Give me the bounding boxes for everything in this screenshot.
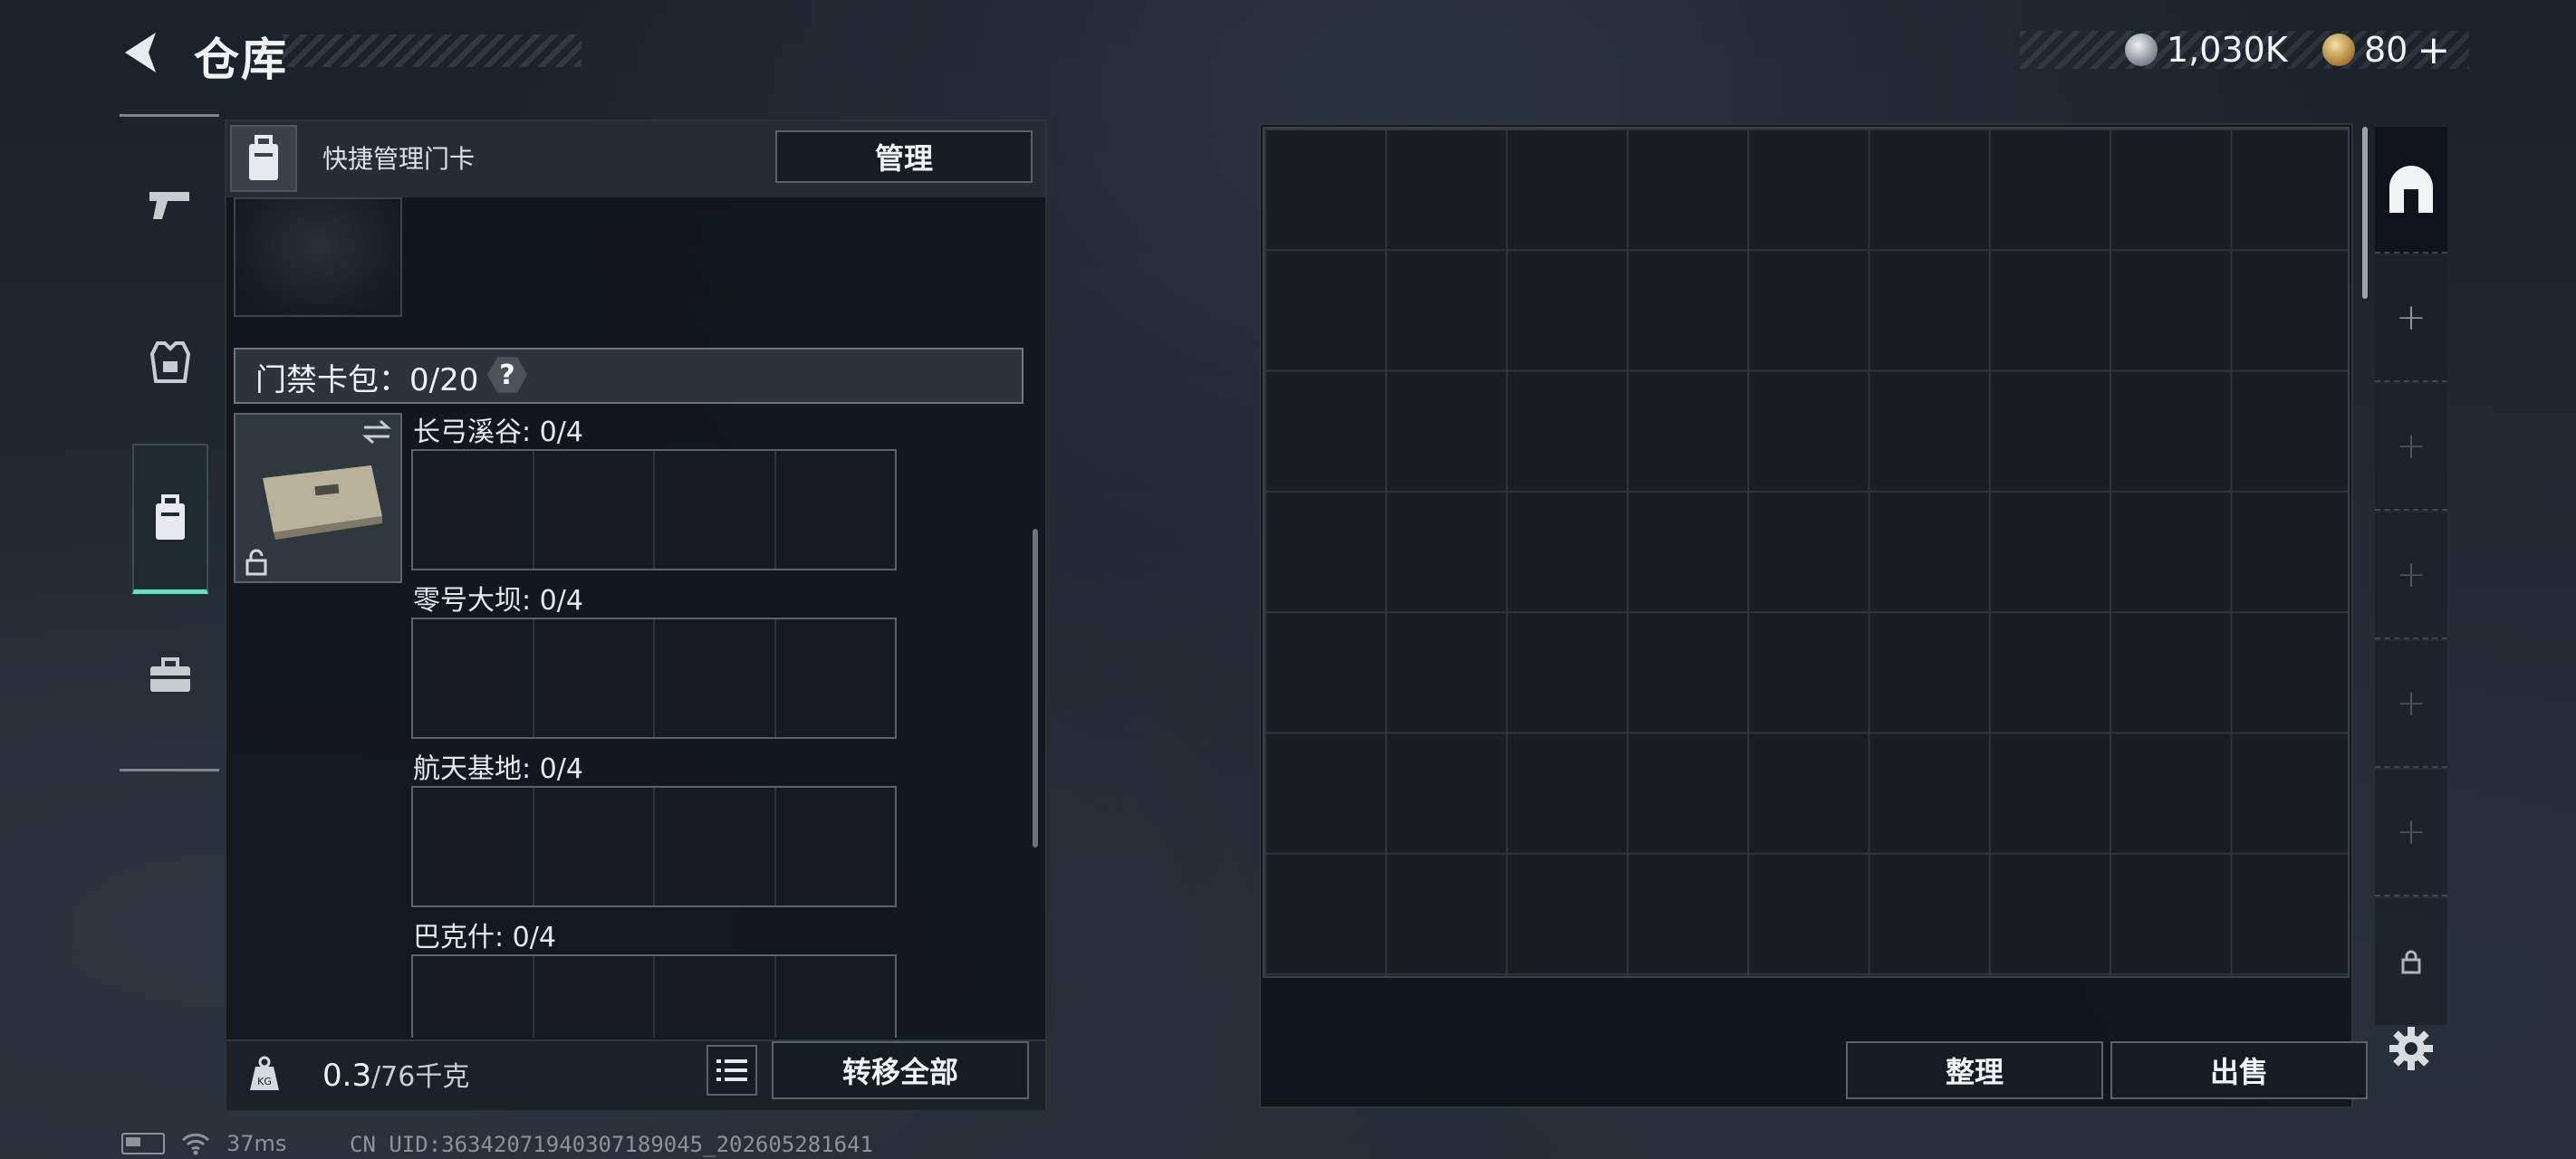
stash-grid[interactable] [1263,127,2350,978]
category-armor[interactable] [132,317,208,407]
list-icon [716,1059,747,1081]
stash-tab-add[interactable]: + [2375,641,2447,768]
carry-weight-max: /76千克 [371,1061,470,1093]
keycard-slot[interactable] [776,788,896,905]
keycard-slot[interactable] [776,956,896,1038]
panel-scrollbar[interactable] [1033,529,1038,848]
gold-currency[interactable]: 80 + [2322,27,2450,73]
stash-tab-add[interactable]: + [2375,255,2447,382]
stash-tab-add[interactable]: + [2375,770,2447,896]
ping-value: 37ms [226,1131,287,1156]
keycard-slots-bakhsh[interactable] [411,954,897,1038]
quick-manage-label: 快捷管理门卡 [322,144,476,174]
keycard-slots-space-base[interactable] [411,786,897,907]
keycard-slot[interactable] [413,788,534,905]
gold-currency-value: 80 [2364,30,2408,70]
keycard-slot[interactable] [655,451,776,569]
map-label-valley: 长弓溪谷: 0/4 [413,417,583,448]
keycard-slot[interactable] [776,619,896,737]
add-currency-icon[interactable]: + [2417,27,2450,73]
sort-button[interactable]: 整理 [1846,1041,2103,1099]
stash-tab-main[interactable] [2375,127,2447,254]
map-label-bakhsh: 巴克什: 0/4 [413,922,556,953]
keycard-bag-count: 门禁卡包：0/20 [255,362,479,398]
category-keycards[interactable] [132,444,208,594]
list-view-button[interactable] [706,1045,757,1096]
keycard-bag-item[interactable] [234,413,402,583]
keycard-slots-dam[interactable] [411,618,897,739]
pistol-icon [149,192,189,219]
stash-tab-add[interactable]: + [2375,384,2447,511]
lock-icon [2401,950,2421,974]
svg-text:KG: KG [257,1076,272,1087]
add-icon: + [2396,811,2427,853]
keycard-slot[interactable] [413,956,534,1038]
keycard-slot[interactable] [413,619,534,737]
keycard-slot[interactable] [655,619,776,737]
backpack-item-slot[interactable] [234,197,402,317]
page-title: 仓库 [194,34,288,86]
keycard-slot[interactable] [655,956,776,1038]
sell-button[interactable]: 出售 [2110,1041,2368,1099]
gold-triangle-coin-icon [2322,34,2355,66]
transfer-all-button[interactable]: 转移全部 [772,1041,1029,1099]
settings-button[interactable] [2384,1021,2438,1076]
lock-icon [245,549,267,576]
silver-coin-icon [2125,34,2158,66]
keycard-slot[interactable] [776,451,896,569]
keycard-slot[interactable] [655,788,776,905]
map-label-space-base: 航天基地: 0/4 [413,753,583,785]
stash-scrollbar[interactable] [2362,127,2368,299]
keycard-manage-icon [230,125,297,192]
carry-weight: 0.3/76千克 [322,1054,469,1094]
keycard-slot[interactable] [413,451,534,569]
armor-vest-icon [150,341,190,383]
keycard-slot[interactable] [534,451,655,569]
battery-icon [121,1133,165,1154]
swap-icon[interactable] [360,418,393,445]
keycard-icon [156,493,185,540]
category-weapons[interactable] [132,159,208,250]
silver-currency[interactable]: 1,030K [2125,27,2288,72]
toolbox-icon [150,657,190,692]
add-icon: + [2396,554,2427,596]
add-icon: + [2396,297,2427,339]
stash-tab-add[interactable]: + [2375,512,2447,639]
keycard-slots-valley[interactable] [411,449,897,570]
keycard-slot[interactable] [534,956,655,1038]
wifi-icon [181,1133,210,1155]
back-arrow-icon[interactable] [116,27,167,78]
carry-weight-value: 0.3 [322,1058,372,1094]
manage-button[interactable]: 管理 [775,130,1033,183]
title-decoration [283,34,582,67]
user-uid: CN UID:36342071940307189045_202605281641 [350,1132,873,1157]
keycard-slot[interactable] [534,788,655,905]
map-label-dam: 零号大坝: 0/4 [413,585,583,617]
category-tools[interactable] [132,630,208,721]
main-stash-icon [2389,166,2433,213]
keycard-slot[interactable] [534,619,655,737]
add-icon: + [2396,683,2427,724]
silver-currency-value: 1,030K [2167,30,2288,70]
add-icon: + [2396,426,2427,467]
weight-icon: KG [237,1045,292,1103]
status-bar: 37ms [121,1130,286,1157]
gear-icon [2389,1027,2433,1070]
stash-tab-locked[interactable] [2375,898,2447,1025]
